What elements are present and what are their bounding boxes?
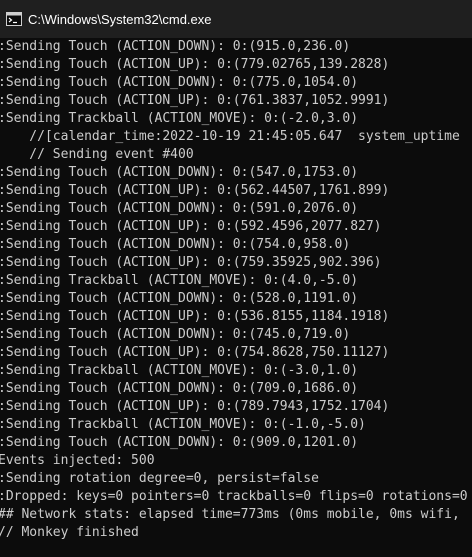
console-line: :Sending Touch (ACTION_UP): 0:(536.8155,… <box>0 309 390 324</box>
console-line: Events injected: 500 <box>0 453 155 468</box>
console-line: ## Network stats: elapsed time=773ms (0m… <box>0 507 460 522</box>
console-line: :Sending Trackball (ACTION_MOVE): 0:(-3.… <box>0 363 359 378</box>
console-line: :Dropped: keys=0 pointers=0 trackballs=0… <box>0 489 468 504</box>
console-line: // Monkey finished <box>0 525 139 540</box>
console-line: :Sending Trackball (ACTION_MOVE): 0:(4.0… <box>0 273 359 288</box>
console-line: :Sending Touch (ACTION_UP): 0:(754.8628,… <box>0 345 390 360</box>
console-line: :Sending Touch (ACTION_DOWN): 0:(709.0,1… <box>0 381 359 396</box>
console-line: :Sending Touch (ACTION_UP): 0:(779.02765… <box>0 57 390 72</box>
console-line: :Sending Touch (ACTION_DOWN): 0:(775.0,1… <box>0 75 359 90</box>
console-line: :Sending Touch (ACTION_UP): 0:(562.44507… <box>0 183 390 198</box>
console-line: // Sending event #400 <box>0 147 194 162</box>
console-line: :Sending Touch (ACTION_UP): 0:(759.35925… <box>0 255 382 270</box>
cmd-window: C:\Windows\System32\cmd.exe :Sending Tou… <box>0 0 472 557</box>
console-app-icon[interactable] <box>6 12 22 26</box>
console-output[interactable]: :Sending Touch (ACTION_DOWN): 0:(915.0,2… <box>0 38 472 557</box>
console-line: :Sending Touch (ACTION_DOWN): 0:(528.0,1… <box>0 291 359 306</box>
console-line: :Sending Touch (ACTION_DOWN): 0:(915.0,2… <box>0 39 351 54</box>
console-line: :Sending Touch (ACTION_DOWN): 0:(547.0,1… <box>0 165 359 180</box>
console-line: :Sending Touch (ACTION_UP): 0:(789.7943,… <box>0 399 390 414</box>
console-line: :Sending Touch (ACTION_DOWN): 0:(591.0,2… <box>0 201 359 216</box>
console-line: :Sending Touch (ACTION_DOWN): 0:(909.0,1… <box>0 435 359 450</box>
console-line: :Sending Touch (ACTION_UP): 0:(761.3837,… <box>0 93 390 108</box>
console-line: //[calendar_time:2022-10-19 21:45:05.647… <box>0 129 460 144</box>
console-line: :Sending Touch (ACTION_DOWN): 0:(754.0,9… <box>0 237 351 252</box>
console-line: :Sending rotation degree=0, persist=fals… <box>0 471 319 486</box>
console-line: :Sending Trackball (ACTION_MOVE): 0:(-2.… <box>0 111 359 126</box>
console-line: :Sending Touch (ACTION_UP): 0:(592.4596,… <box>0 219 382 234</box>
title-bar[interactable]: C:\Windows\System32\cmd.exe <box>0 0 472 38</box>
console-line: :Sending Trackball (ACTION_MOVE): 0:(-1.… <box>0 417 366 432</box>
window-title: C:\Windows\System32\cmd.exe <box>28 11 212 27</box>
console-line: :Sending Touch (ACTION_DOWN): 0:(745.0,7… <box>0 327 351 342</box>
